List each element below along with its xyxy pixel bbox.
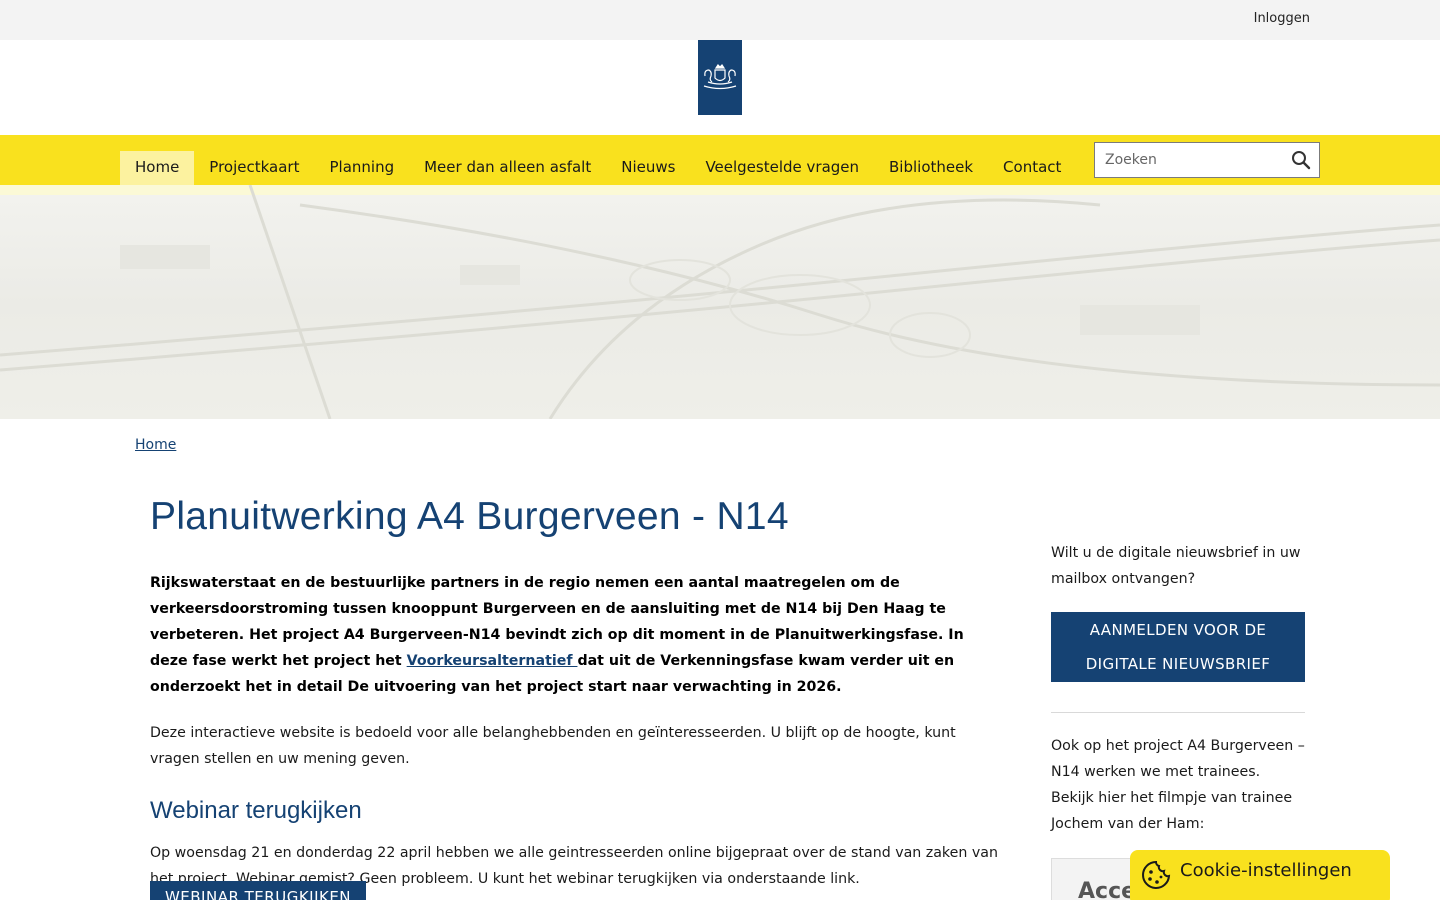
nav-item-meer-dan-alleen-asfalt[interactable]: Meer dan alleen asfalt (409, 151, 606, 185)
nav-item-contact[interactable]: Contact (988, 151, 1076, 185)
newsletter-button-line-2: DIGITALE NIEUWSBRIEF (1085, 655, 1271, 673)
newsletter-text: Wilt u de digitale nieuwsbrief in uw mai… (1051, 545, 1301, 587)
nav-item-bibliotheek[interactable]: Bibliotheek (874, 151, 988, 185)
nav-item-home[interactable]: Home (120, 151, 195, 185)
cookie-icon (1142, 860, 1171, 889)
crest-icon (703, 64, 737, 90)
sidebar-divider (1051, 712, 1305, 713)
webinar-heading: Webinar terugkijken (150, 797, 362, 824)
webinar-button[interactable]: WEBINAR TERUGKIJKEN (150, 881, 366, 900)
search-icon[interactable] (1291, 150, 1311, 170)
main-navigation-bar: Home Projectkaart Planning Meer dan alle… (0, 135, 1440, 185)
voorkeursalternatief-link[interactable]: Voorkeursalternatief (407, 653, 578, 669)
newsletter-button-line-1: AANMELDEN VOOR DE (1089, 621, 1267, 639)
newsletter-signup-button[interactable]: AANMELDEN VOOR DE DIGITALE NIEUWSBRIEF (1051, 612, 1305, 682)
nav-item-planning[interactable]: Planning (314, 151, 409, 185)
aerial-highway-image (0, 185, 1440, 419)
nav-item-veelgestelde-vragen[interactable]: Veelgestelde vragen (690, 151, 874, 185)
main-content: Planuitwerking A4 Burgerveen - N14 Rijks… (150, 490, 1005, 900)
cookie-settings-label: Cookie-instellingen (1180, 860, 1352, 881)
main-navigation: Home Projectkaart Planning Meer dan alle… (120, 151, 1076, 185)
sidebar: Wilt u de digitale nieuwsbrief in uw mai… (1051, 540, 1305, 900)
rijksoverheid-logo[interactable] (698, 40, 742, 115)
lead-paragraph: Rijkswaterstaat en de bestuurlijke partn… (150, 570, 1005, 700)
cookie-settings-button[interactable]: Cookie-instellingen (1130, 850, 1390, 900)
intro-paragraph: Deze interactieve website is bedoeld voo… (150, 725, 956, 767)
breadcrumb-home[interactable]: Home (135, 437, 176, 453)
login-link[interactable]: Inloggen (1254, 11, 1310, 26)
page-title: Planuitwerking A4 Burgerveen - N14 (150, 495, 789, 538)
nav-item-nieuws[interactable]: Nieuws (606, 151, 690, 185)
search-input[interactable] (1095, 143, 1285, 177)
hero-image (0, 185, 1440, 419)
top-bar: Inloggen (0, 0, 1440, 40)
video-partial-text: Acce (1078, 879, 1137, 900)
trainee-text: Ook op het project A4 Burgerveen – N14 w… (1051, 738, 1305, 832)
nav-item-projectkaart[interactable]: Projectkaart (194, 151, 314, 185)
search-box (1094, 142, 1320, 178)
